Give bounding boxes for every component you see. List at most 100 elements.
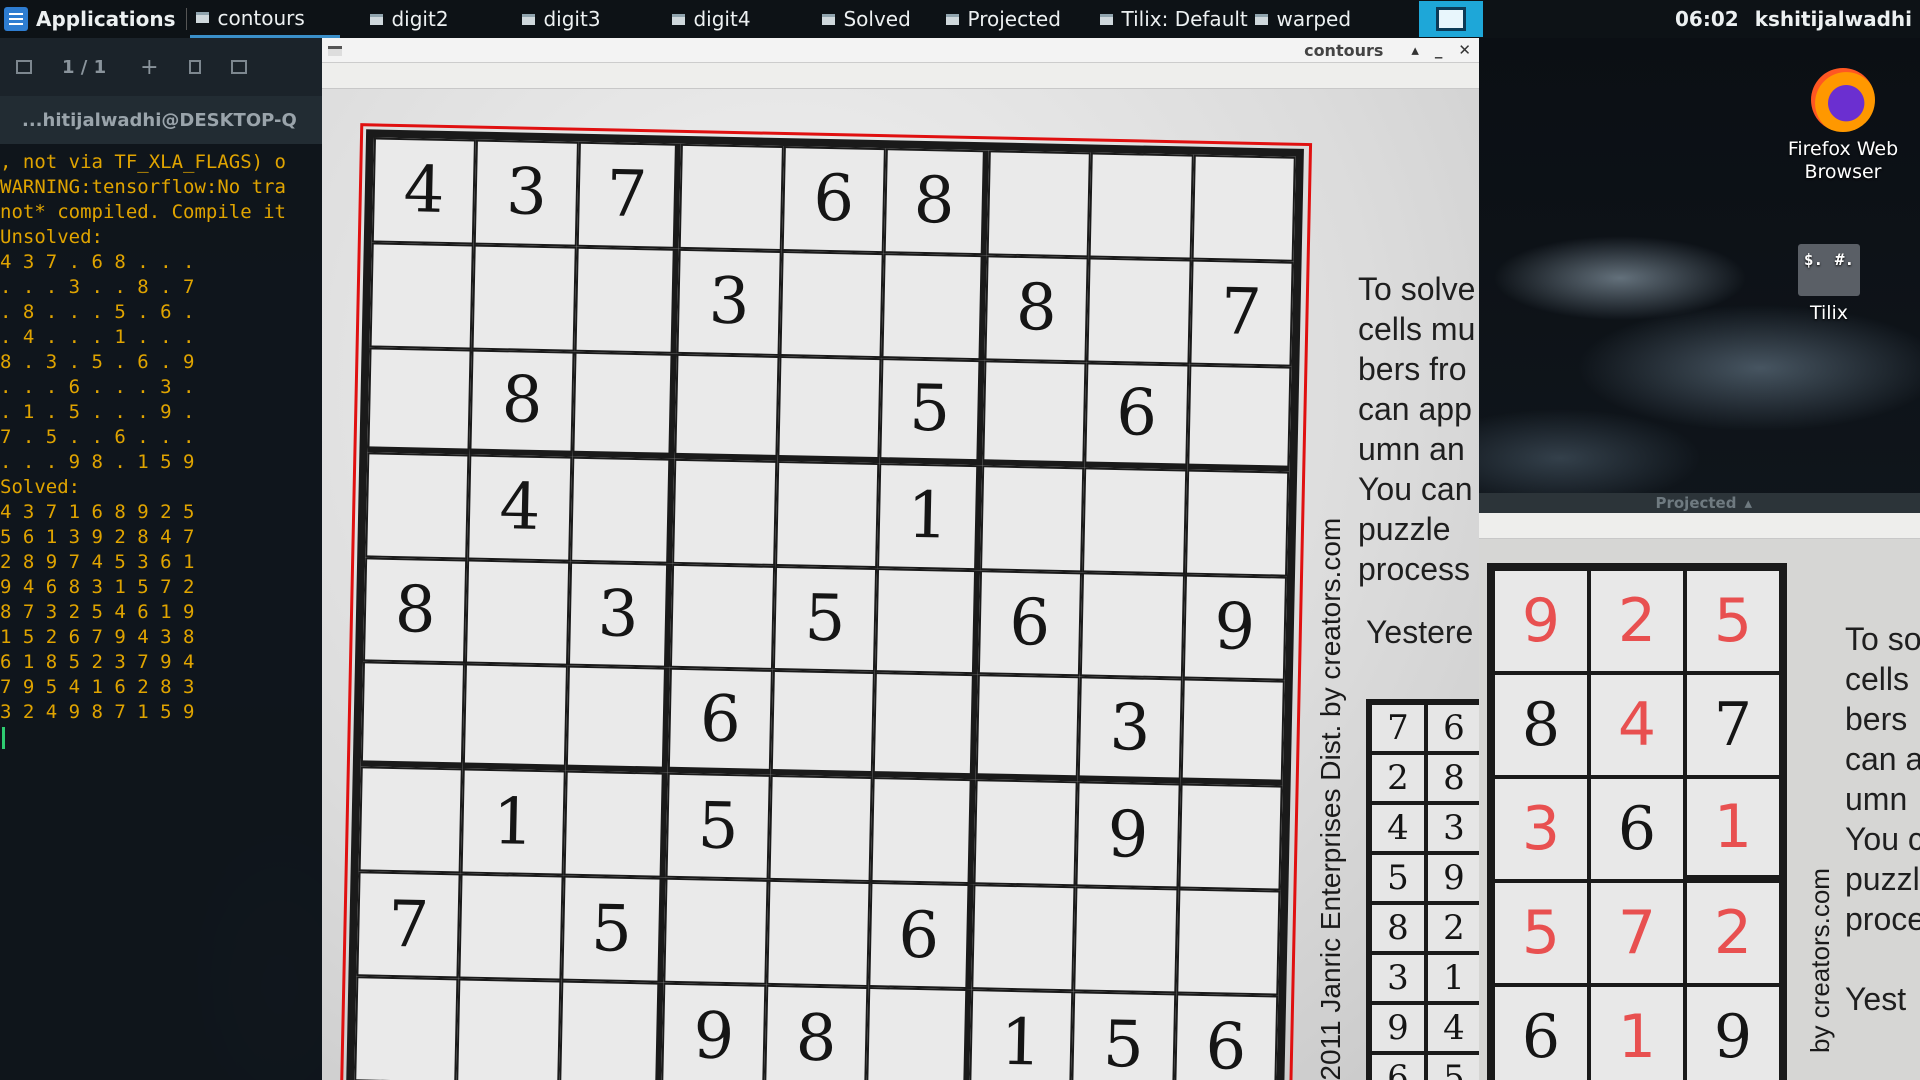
window-icon [946,13,960,25]
task-label: warped [1276,7,1352,31]
sudoku-cell: 6 [868,882,974,990]
contours-titlebar[interactable]: contours ▴ _ ✕ [322,38,1479,63]
window-icon [1255,13,1269,25]
sudoku-cell [563,770,669,878]
sudoku-cell: 3 [567,561,673,669]
window-icon [522,13,536,25]
shade-button[interactable]: ▴ [1744,494,1752,512]
copyright-credit: by creators.com [1805,868,1835,1053]
sudoku-cell: 1 [461,768,566,876]
sudoku-cell: 5 [665,773,771,881]
session-page-indicator[interactable]: 1 / 1 [62,57,106,78]
terminal-output[interactable]: , not via TF_XLA_FLAGS) o WARNING:tensor… [0,144,322,725]
sudoku-cell [1184,469,1290,577]
task-button-warped[interactable]: warped [1255,0,1401,38]
menu-icon [4,7,28,31]
sudoku-cell [979,464,1085,572]
image-toolbar [1479,513,1920,539]
window-icon [328,46,342,56]
sudoku-cell [870,777,976,885]
window-icon [822,13,836,25]
tilix-glyph-right: #. [1834,250,1855,269]
sudoku-cell [881,253,987,361]
close-button[interactable]: ✕ [1458,41,1471,59]
sudoku-cell [369,242,475,350]
mini-grid-cell: 4 [1370,803,1426,853]
mini-grid-cell: 6 [1370,1053,1426,1080]
contours-window[interactable]: contours ▴ _ ✕ 4376838785641835696315975… [322,38,1479,1080]
task-button-tilix[interactable]: Tilix: Default [1100,0,1255,38]
clock[interactable]: 06:02 [1675,7,1755,31]
sudoku-cell: 6 [668,668,773,776]
split-down-icon[interactable] [230,60,247,74]
mini-grid-cell: 4 [1426,1003,1479,1053]
mini-grid-cell: 2 [1426,903,1479,953]
task-button-digit4[interactable]: digit4 [642,0,792,38]
shade-button[interactable]: ▴ [1411,41,1419,59]
taskbar: Applications contours digit2 digit3 digi… [0,0,1920,38]
taskbar-separator [186,8,188,30]
task-label: Projected [967,7,1061,31]
sudoku-cell: 5 [879,357,985,465]
sidebar-toggle-icon[interactable] [16,60,32,74]
workspace-switcher[interactable] [1419,1,1484,37]
sudoku-cell [1177,783,1283,891]
minimize-button[interactable]: _ [1435,41,1443,59]
solved-digit-cell: 4 [1589,673,1685,777]
desktop-icon-firefox[interactable]: Firefox Web Browser [1768,68,1918,184]
sudoku-cell [768,775,873,883]
projected-window[interactable]: Projected ▴ 925847361572619 To so cells … [1479,493,1920,1080]
sudoku-cell [777,355,882,463]
solved-digit-cell: 7 [1589,881,1685,985]
sudoku-cell: 9 [661,982,767,1080]
sudoku-cell: 4 [371,137,477,245]
newspaper-instructions: To solve cells mu bers fro can app umn a… [1358,271,1476,587]
sudoku-cell [670,563,775,671]
sudoku-cell: 6 [1173,993,1279,1080]
mini-grid-cell: 8 [1370,903,1426,953]
add-session-icon[interactable]: + [140,55,158,80]
terminal-window[interactable]: 1 / 1 + ...hitijalwadhi@DESKTOP-Q , not … [0,38,322,1080]
task-button-digit2[interactable]: digit2 [340,0,492,38]
sudoku-cell: 8 [469,349,575,457]
solved-digit-cell: 1 [1589,985,1685,1080]
sudoku-cell [663,877,769,985]
sudoku-cell [766,880,871,988]
sudoku-cell [574,246,680,354]
sudoku-cell [770,670,876,778]
sudoku-cell [458,873,564,981]
task-button-contours[interactable]: contours [190,0,341,38]
mini-grid-cell: 3 [1426,803,1479,853]
sudoku-cell [1191,154,1296,262]
applications-menu-button[interactable]: Applications [0,0,183,38]
user-menu[interactable]: kshitijalwadhi [1755,7,1920,31]
sudoku-cell [872,672,978,780]
projected-titlebar[interactable]: Projected ▴ [1479,493,1920,513]
printed-digit-cell: 8 [1493,673,1589,777]
window-icon [196,12,210,23]
sudoku-cell: 6 [977,569,1083,677]
sudoku-cell: 8 [763,984,869,1080]
task-label: digit4 [693,7,751,31]
mini-grid-cell: 3 [1370,953,1426,1003]
tilix-glyph-left: $. [1803,250,1824,269]
split-right-icon[interactable] [188,60,201,74]
mini-grid-cell: 2 [1370,753,1426,803]
sudoku-cell: 6 [781,146,887,254]
sudoku-cell [1086,257,1192,365]
image-toolbar [322,63,1479,89]
sudoku-cell [975,674,1080,782]
sudoku-cell: 3 [676,248,782,356]
sudoku-cell [358,766,464,874]
task-button-digit3[interactable]: digit3 [492,0,642,38]
sudoku-cell [1180,678,1285,786]
task-button-projected[interactable]: Projected [946,0,1100,38]
task-button-solved[interactable]: Solved [792,0,946,38]
window-title: Projected [1655,494,1737,512]
desktop-icon-tilix[interactable]: $. #. Tilix [1754,244,1904,325]
sudoku-cell [1186,364,1292,472]
mini-grid-cell: 6 [1426,703,1479,753]
yesterday-solution-grid: 7628435982319465 [1366,699,1479,1080]
sudoku-cell [367,347,473,455]
sudoku-cell [465,559,571,667]
